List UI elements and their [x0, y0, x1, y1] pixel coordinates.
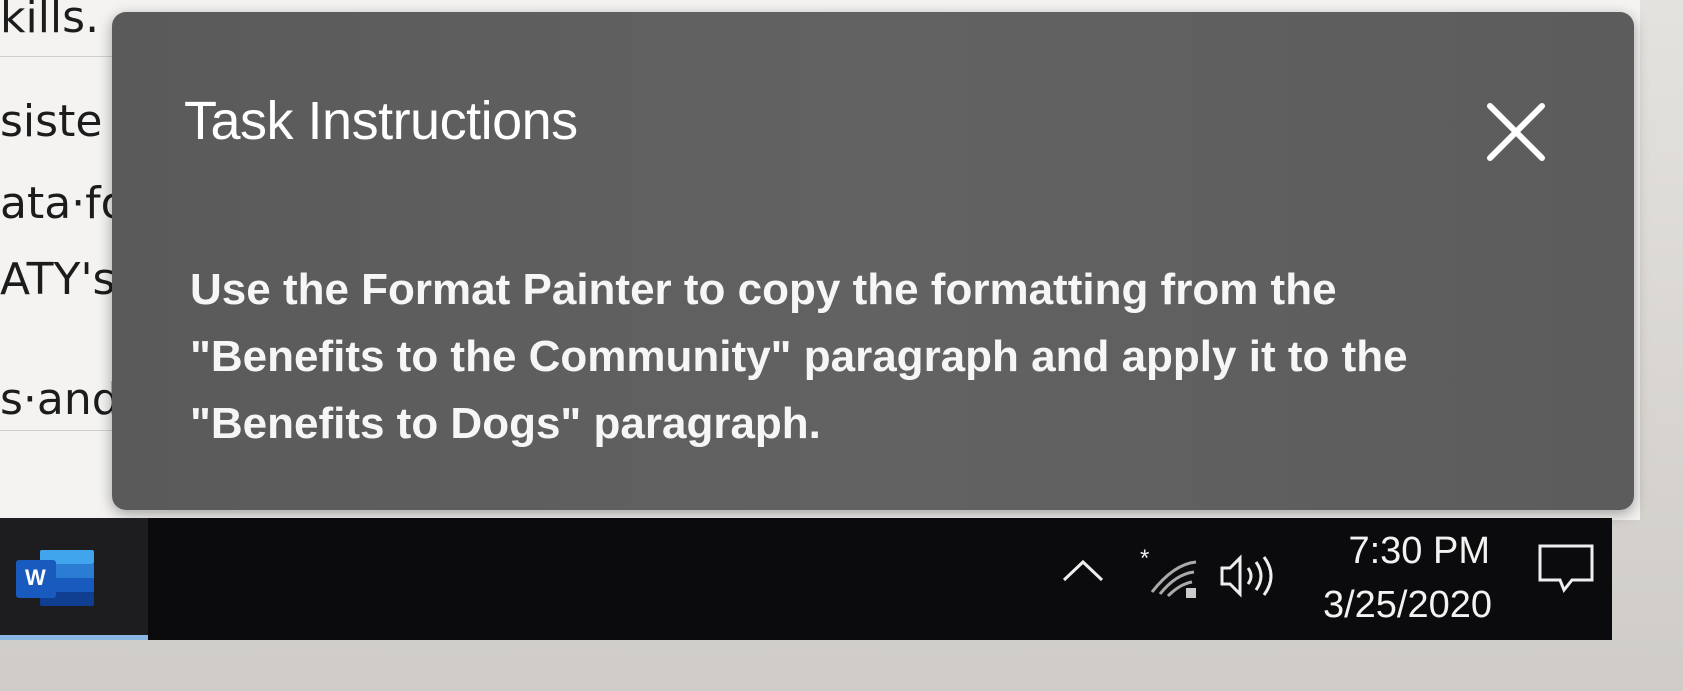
- document-text-line: ata·fo: [0, 178, 128, 229]
- chevron-up-icon[interactable]: [1060, 556, 1106, 591]
- word-icon-letter: W: [25, 565, 46, 590]
- active-app-indicator: [0, 635, 148, 640]
- word-icon: W: [14, 546, 96, 610]
- document-text-line: s·and: [0, 374, 120, 425]
- svg-text:*: *: [1140, 546, 1149, 572]
- speaker-icon[interactable]: [1218, 554, 1278, 603]
- document-text-line: ATY's·: [0, 254, 130, 305]
- wifi-icon[interactable]: *: [1140, 545, 1202, 605]
- close-icon[interactable]: [1480, 96, 1552, 168]
- document-text-line: kills.: [0, 0, 100, 43]
- notification-icon[interactable]: [1536, 540, 1596, 601]
- task-instructions-dialog: Task Instructions Use the Format Painter…: [112, 12, 1634, 510]
- document-text-line: siste: [0, 96, 103, 147]
- task-instruction-text: Use the Format Painter to copy the forma…: [190, 265, 1408, 448]
- taskbar-word-button[interactable]: W: [0, 518, 148, 640]
- taskbar-clock-date[interactable]: 3/25/2020: [1292, 584, 1492, 627]
- dialog-title: Task Instructions: [184, 91, 578, 151]
- taskbar-clock-time[interactable]: 7:30 PM: [1300, 530, 1490, 573]
